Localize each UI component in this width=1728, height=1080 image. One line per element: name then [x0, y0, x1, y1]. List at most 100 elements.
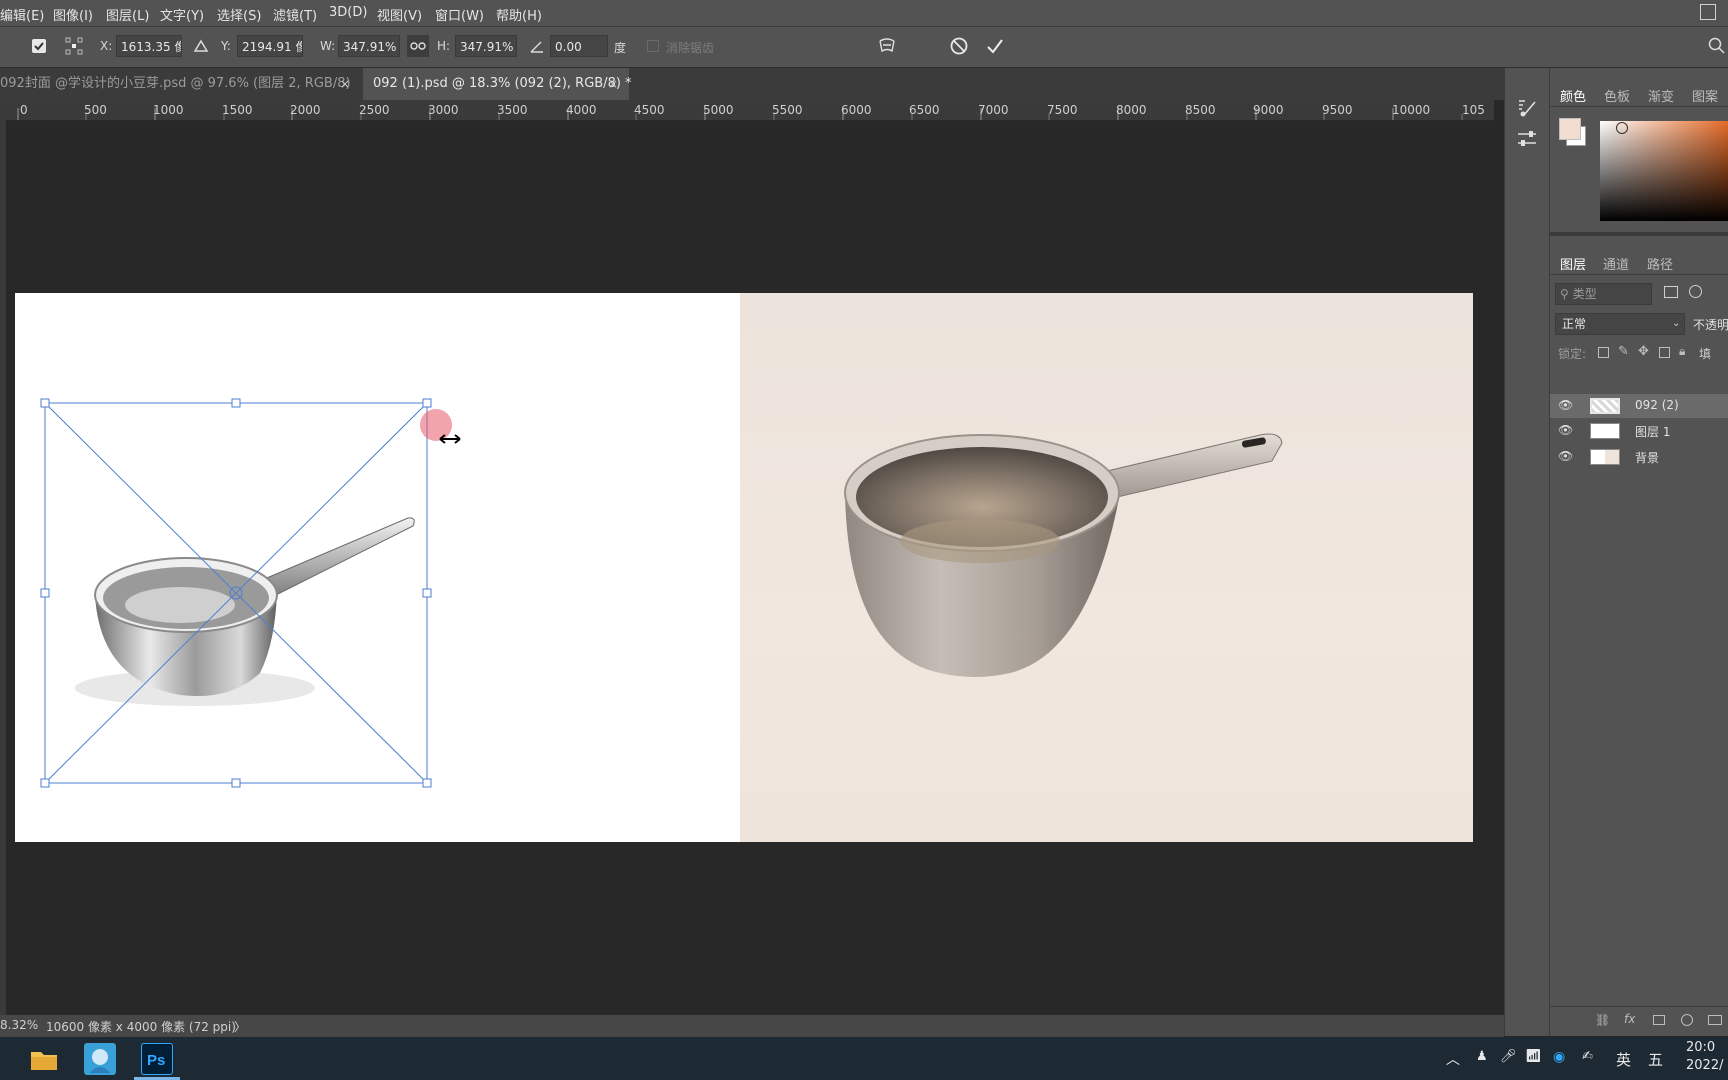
- close-tab-2-icon[interactable]: ×: [608, 68, 618, 100]
- warp-mode-icon[interactable]: [876, 35, 898, 57]
- visibility-eye-icon[interactable]: 👁︎: [1558, 449, 1574, 465]
- rotation-input[interactable]: 0.00: [550, 35, 608, 57]
- menu-filter[interactable]: 滤镜(T): [273, 5, 317, 24]
- lock-transparent-icon[interactable]: [1598, 347, 1609, 358]
- layer-style-fx-icon[interactable]: fx: [1624, 1012, 1635, 1026]
- adjustments-icon[interactable]: [1516, 128, 1538, 150]
- layer-name: 背景: [1635, 451, 1660, 465]
- menu-layer[interactable]: 图层(L): [106, 5, 149, 24]
- link-layers-icon[interactable]: ⛓︎: [1595, 1013, 1610, 1027]
- menu-view[interactable]: 视图(V): [377, 5, 422, 24]
- layer-thumbnail: [1590, 449, 1620, 465]
- show-hidden-icons[interactable]: ︿: [1446, 1049, 1460, 1069]
- layer-row-092-2[interactable]: 👁︎ 092 (2): [1550, 394, 1728, 418]
- ruler-label: 8000: [1116, 103, 1147, 117]
- color-field[interactable]: [1600, 121, 1728, 221]
- ruler-label: 1000: [153, 103, 184, 117]
- options-bar: X: 1613.35 像 Y: 2194.91 像 W: 347.91% H: …: [0, 27, 1728, 68]
- canvas-photo-half[interactable]: [740, 293, 1473, 842]
- layer-filter-label: 类型: [1572, 287, 1597, 301]
- lock-artboard-icon[interactable]: [1659, 347, 1670, 358]
- menu-edit[interactable]: 编辑(E): [0, 5, 44, 24]
- ruler-label: 2500: [359, 103, 390, 117]
- menu-image[interactable]: 图像(I): [53, 5, 93, 24]
- lock-position-icon[interactable]: ✥: [1638, 344, 1649, 359]
- layer-row-background[interactable]: 👁︎ 背景: [1550, 445, 1728, 469]
- document-tab-2[interactable]: 092 (1).psd @ 18.3% (092 (2), RGB/8) * ×: [363, 68, 632, 100]
- commit-transform-icon[interactable]: [984, 35, 1006, 57]
- status-menu-arrow[interactable]: 〉: [234, 1018, 246, 1035]
- blend-mode-select[interactable]: 正常 ⌄: [1555, 313, 1685, 335]
- menu-window[interactable]: 窗口(W): [435, 5, 484, 24]
- tab-patterns[interactable]: 图案: [1692, 86, 1718, 105]
- width-input[interactable]: 347.91%: [338, 35, 400, 57]
- layers-footer: ⛓︎ fx: [1550, 1006, 1728, 1037]
- layer-name: 图层 1: [1635, 425, 1671, 439]
- layer-row-layer-1[interactable]: 👁︎ 图层 1: [1550, 419, 1728, 443]
- windows-taskbar: Ps ︿ ♟︎ 🎤︎ 📶︎ ◉ ✍︎ 英 五 20:0 2022/: [0, 1037, 1728, 1080]
- add-mask-icon[interactable]: [1653, 1015, 1665, 1025]
- filter-adjustment-layer-icon[interactable]: [1689, 285, 1702, 298]
- color-picker-ring-icon[interactable]: [1616, 122, 1628, 134]
- wifi-icon[interactable]: 📶︎: [1525, 1049, 1542, 1064]
- link-aspect-icon[interactable]: [407, 35, 429, 57]
- reference-point-checkbox[interactable]: [28, 35, 50, 57]
- tab-gradients[interactable]: 渐变: [1648, 86, 1674, 105]
- menu-3d[interactable]: 3D(D): [329, 5, 367, 20]
- visibility-eye-icon[interactable]: 👁︎: [1558, 398, 1574, 414]
- tab-paths[interactable]: 路径: [1647, 254, 1673, 273]
- tab-swatches[interactable]: 色板: [1604, 86, 1630, 105]
- visibility-eye-icon[interactable]: 👁︎: [1558, 423, 1574, 439]
- restore-window-icon[interactable]: [1700, 4, 1716, 20]
- ruler-label: 6500: [909, 103, 940, 117]
- layer-thumbnail: [1590, 398, 1620, 414]
- new-adjustment-icon[interactable]: [1681, 1014, 1693, 1026]
- lock-all-icon[interactable]: 🔒︎: [1679, 344, 1685, 359]
- clock-date[interactable]: 2022/: [1686, 1058, 1723, 1073]
- new-group-folder-icon[interactable]: [1708, 1015, 1722, 1025]
- antialias-checkbox[interactable]: [647, 40, 659, 52]
- search-icon[interactable]: [1706, 35, 1728, 57]
- photoshop-icon[interactable]: Ps: [141, 1043, 173, 1075]
- tab-channels[interactable]: 通道: [1603, 254, 1629, 273]
- x-label: X:: [100, 39, 113, 53]
- foreground-color-swatch[interactable]: [1559, 118, 1581, 140]
- menu-type[interactable]: 文字(Y): [160, 5, 204, 24]
- menu-select[interactable]: 选择(S): [217, 5, 261, 24]
- ime-mode-indicator[interactable]: 五: [1648, 1049, 1663, 1070]
- reference-point-grid-icon[interactable]: [63, 35, 85, 57]
- y-position-input[interactable]: 2194.91 像: [237, 35, 303, 57]
- file-explorer-icon[interactable]: [28, 1043, 60, 1075]
- ruler-label: 8500: [1185, 103, 1216, 117]
- x-position-input[interactable]: 1613.35 像: [116, 35, 182, 57]
- layer-name: 092 (2): [1635, 398, 1679, 412]
- y-label: Y:: [221, 39, 231, 53]
- layer-filter-select[interactable]: ⚲ 类型: [1555, 283, 1652, 305]
- pen-tray-icon[interactable]: ✍︎: [1582, 1049, 1593, 1064]
- zoom-level[interactable]: 8.32%: [0, 1018, 38, 1032]
- document-tab-2-label: 092 (1).psd @ 18.3% (092 (2), RGB/8) *: [373, 76, 632, 91]
- filter-pixel-layer-icon[interactable]: [1664, 286, 1678, 298]
- ime-language-indicator[interactable]: 英: [1616, 1049, 1631, 1070]
- saucepan-photo: [844, 433, 1283, 677]
- document-tab-bar: 092封面 @学设计的小豆芽.psd @ 97.6% (图层 2, RGB/8)…: [0, 68, 1536, 100]
- clock-time[interactable]: 20:0: [1686, 1040, 1715, 1055]
- lock-image-brush-icon[interactable]: ✎: [1618, 344, 1629, 359]
- close-tab-1-icon[interactable]: ×: [340, 68, 350, 100]
- delta-icon[interactable]: [190, 35, 212, 57]
- height-input[interactable]: 347.91%: [455, 35, 517, 57]
- microphone-icon[interactable]: 🎤︎: [1500, 1049, 1517, 1064]
- anime-app-icon[interactable]: [84, 1043, 116, 1075]
- tab-layers[interactable]: 图层: [1560, 254, 1586, 273]
- cancel-transform-icon[interactable]: [948, 35, 970, 57]
- horizontal-ruler[interactable]: 0 500 1000 1500 2000 2500 3000 3500 4000…: [0, 100, 1494, 121]
- transform-selection[interactable]: [15, 293, 740, 842]
- angle-unit-label: 度: [614, 41, 627, 55]
- blend-mode-value: 正常: [1562, 317, 1587, 331]
- tray-app-icon[interactable]: ♟︎: [1476, 1049, 1488, 1064]
- tab-color[interactable]: 颜色: [1560, 86, 1586, 105]
- menu-help[interactable]: 帮助(H): [496, 5, 542, 24]
- document-tab-1[interactable]: 092封面 @学设计的小豆芽.psd @ 97.6% (图层 2, RGB/8)…: [0, 68, 360, 100]
- tray-sync-icon[interactable]: ◉: [1553, 1049, 1565, 1065]
- brush-settings-icon[interactable]: [1516, 96, 1538, 118]
